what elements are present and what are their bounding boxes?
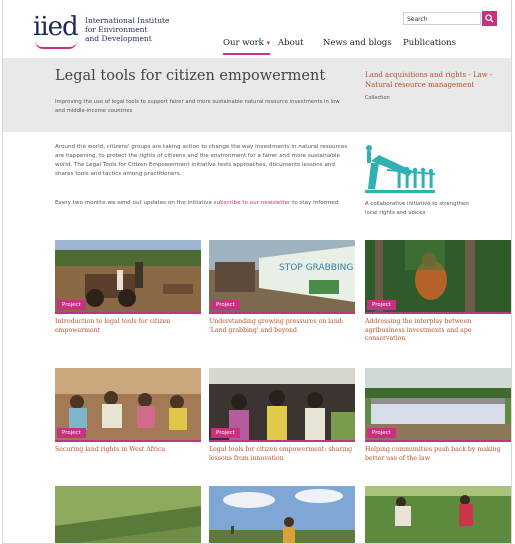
chevron-down-icon: ▾ <box>266 39 271 47</box>
project-image: Project <box>209 368 355 442</box>
svg-text:STOP GRABBING: STOP GRABBING <box>279 263 353 273</box>
collection-link[interactable]: Land acquisitions and rights - Law - Nat… <box>365 70 505 90</box>
project-image <box>209 486 355 543</box>
farmer-sky-photo <box>209 486 355 543</box>
project-image <box>55 486 201 543</box>
nav-item-news-and-blogs[interactable]: News and blogs <box>323 38 392 48</box>
logo-line-2: for Environment <box>85 25 148 34</box>
project-title[interactable]: Securing land rights in West Africa <box>55 446 201 455</box>
nav-item-our-work[interactable]: Our work ▾ <box>223 38 271 55</box>
newsletter-text-before: Every two months we send out updates on … <box>55 200 214 206</box>
newsletter-paragraph: Every two months we send out updates on … <box>55 199 355 208</box>
project-image: STOP GRABBING Project <box>209 240 355 314</box>
project-title[interactable]: Helping communities push back by making … <box>365 446 511 463</box>
logo-mark: iied <box>33 12 79 42</box>
project-title[interactable]: Addressing the interplay between agribus… <box>365 318 511 344</box>
project-badge: Project <box>57 300 86 310</box>
project-badge: Project <box>367 428 396 438</box>
newsletter-link[interactable]: subscribe to our newsletter <box>214 200 291 206</box>
nav-label-our-work: Our work <box>223 38 264 48</box>
project-card[interactable]: Project Introduction to legal tools for … <box>55 240 201 335</box>
illustration-caption: A collaborative initiative to strengthen… <box>365 201 469 216</box>
project-card[interactable]: Project Addressing the interplay between… <box>365 240 511 344</box>
project-title[interactable]: Introduction to legal tools for citizen … <box>55 318 201 335</box>
project-card[interactable] <box>365 486 511 543</box>
project-image <box>365 486 511 543</box>
project-badge: Project <box>57 428 86 438</box>
project-image: Project <box>365 240 511 314</box>
logo-line-1: International Institute <box>85 16 170 25</box>
project-title[interactable]: Legal tools for citizen empowerment: sha… <box>209 446 355 463</box>
project-card[interactable]: STOP GRABBING Project Understanding grow… <box>209 240 355 335</box>
logo-swoosh <box>35 41 77 49</box>
page-subtitle: Improving the use of legal tools to supp… <box>55 99 340 114</box>
search-input[interactable]: Search <box>403 12 481 25</box>
project-card[interactable]: Project Helping communities push back by… <box>365 368 511 463</box>
project-card[interactable]: Project Securing land rights in West Afr… <box>55 368 201 455</box>
project-image: Project <box>55 240 201 314</box>
logo-text: International Institute for Environment … <box>85 16 195 43</box>
project-card[interactable]: Project Legal tools for citizen empowerm… <box>209 368 355 463</box>
project-badge: Project <box>211 300 240 310</box>
project-badge: Project <box>367 300 396 310</box>
intro-paragraph: Around the world, citizens' groups are t… <box>55 144 348 177</box>
page-title: Legal tools for citizen empowerment <box>55 68 326 84</box>
project-card[interactable] <box>209 486 355 543</box>
collection-label: Collection <box>365 95 390 101</box>
magnifier-icon <box>485 14 494 23</box>
nav-item-about[interactable]: About <box>278 38 304 48</box>
search-button[interactable] <box>482 11 497 26</box>
field-workers-photo <box>365 486 511 543</box>
aerial-field-photo <box>55 486 201 543</box>
newsletter-text-after: to stay informed <box>290 200 339 206</box>
project-title[interactable]: Understanding growing pressures on land:… <box>209 318 355 335</box>
logo-line-3: and Development <box>85 34 152 43</box>
iied-logo[interactable]: iied International Institute for Environ… <box>33 12 170 49</box>
initiative-illustration <box>365 145 435 193</box>
project-image: Project <box>55 368 201 442</box>
page: iied International Institute for Environ… <box>2 0 512 544</box>
project-image: Project <box>365 368 511 442</box>
project-card[interactable] <box>55 486 201 543</box>
project-badge: Project <box>211 428 240 438</box>
nav-item-publications[interactable]: Publications <box>403 38 456 48</box>
